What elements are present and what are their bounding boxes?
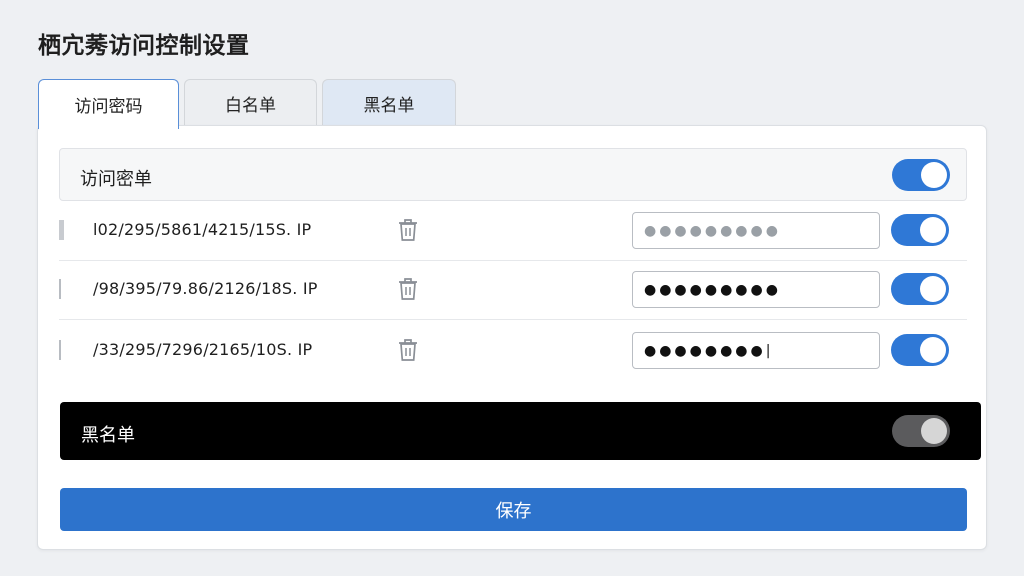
access-password-master-toggle[interactable] xyxy=(892,159,950,191)
tab-access-password[interactable]: 访问密码 xyxy=(38,79,179,129)
ip-address: l02/295/5861/4215/15S. IP xyxy=(93,220,312,239)
settings-panel: 访问密单 l02/295/5861/4215/15S. IP /98/395/7… xyxy=(37,125,987,550)
toggle-knob xyxy=(920,276,946,302)
blacklist-section-header: 黑名单 xyxy=(60,402,981,460)
trash-icon[interactable] xyxy=(396,217,420,243)
toggle-knob xyxy=(920,337,946,363)
ip-rule-row: l02/295/5861/4215/15S. IP xyxy=(59,201,967,261)
drag-handle[interactable] xyxy=(59,279,61,299)
ip-address: /33/295/7296/2165/10S. IP xyxy=(93,340,313,359)
section-title: 黑名单 xyxy=(81,425,135,446)
rule-toggle[interactable] xyxy=(891,214,949,246)
access-password-section-header: 访问密单 xyxy=(59,148,967,201)
rule-toggle[interactable] xyxy=(891,334,949,366)
trash-icon[interactable] xyxy=(396,337,420,363)
ip-address: /98/395/79.86/2126/18S. IP xyxy=(93,279,318,298)
toggle-knob xyxy=(921,418,947,444)
tab-blacklist[interactable]: 黑名单 xyxy=(322,79,456,127)
password-input[interactable] xyxy=(632,271,880,308)
section-title: 访问密单 xyxy=(80,169,152,190)
save-button[interactable]: 保存 xyxy=(60,488,967,531)
rule-toggle[interactable] xyxy=(891,273,949,305)
blacklist-toggle[interactable] xyxy=(892,415,950,447)
toggle-knob xyxy=(920,217,946,243)
ip-rule-row: /33/295/7296/2165/10S. IP xyxy=(59,321,967,381)
tab-whitelist[interactable]: 白名单 xyxy=(184,79,317,127)
ip-rule-row: /98/395/79.86/2126/18S. IP xyxy=(59,260,967,320)
password-input[interactable] xyxy=(632,212,880,249)
drag-handle[interactable] xyxy=(59,340,61,360)
trash-icon[interactable] xyxy=(396,276,420,302)
password-input[interactable] xyxy=(632,332,880,369)
toggle-knob xyxy=(921,162,947,188)
drag-handle[interactable] xyxy=(59,220,64,240)
page-title: 栖宂莠访问控制设置 xyxy=(38,33,250,59)
